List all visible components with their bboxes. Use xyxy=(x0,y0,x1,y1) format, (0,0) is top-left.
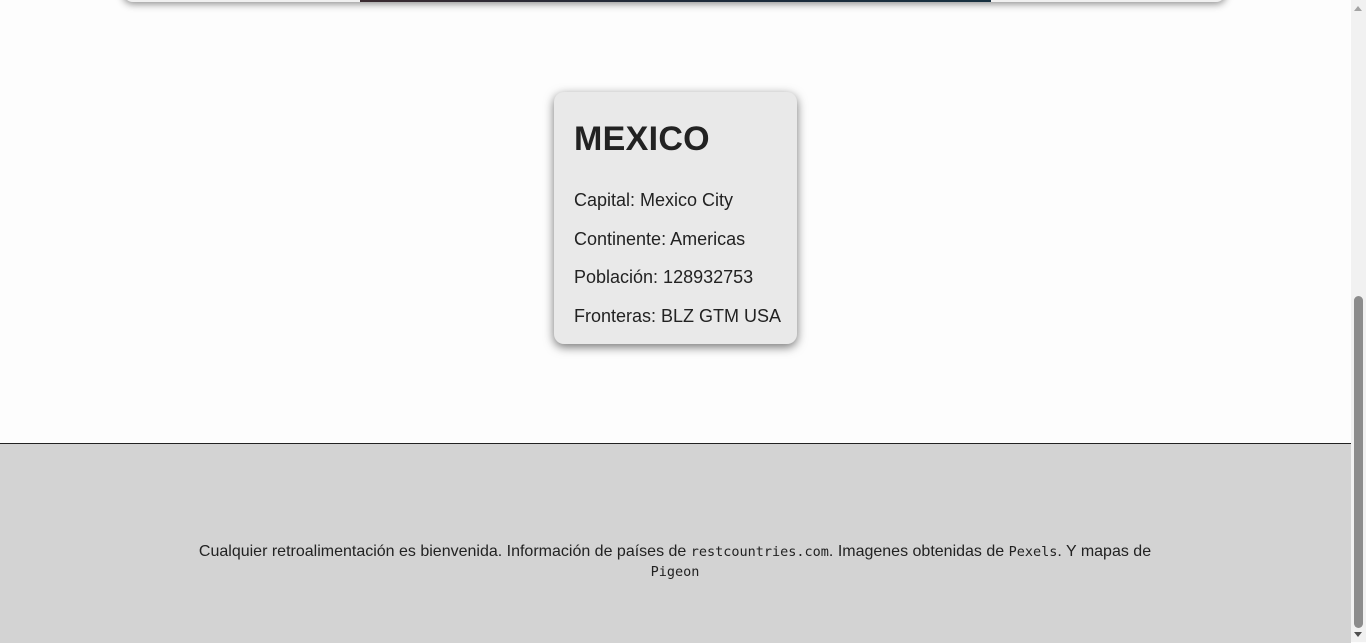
footer-text-part-2: . Imagenes obtenidas de xyxy=(828,543,1009,560)
scroll-up-arrow-icon[interactable] xyxy=(1354,6,1362,11)
pigeon-link[interactable]: Pigeon xyxy=(651,564,700,580)
page: MEXICO Capital: Mexico City Continente: … xyxy=(0,0,1351,643)
country-borders: Fronteras: BLZ GTM USA xyxy=(574,306,782,326)
country-name: MEXICO xyxy=(574,120,710,158)
restcountries-link[interactable]: restcountries.com xyxy=(691,544,829,560)
footer: Cualquier retroalimentación es bienvenid… xyxy=(0,443,1351,643)
country-continent: Continente: Americas xyxy=(574,229,746,249)
pexels-link[interactable]: Pexels xyxy=(1009,544,1058,560)
country-capital: Capital: Mexico City xyxy=(574,190,734,210)
country-card: MEXICO Capital: Mexico City Continente: … xyxy=(554,92,797,344)
footer-text-part-1: Cualquier retroalimentación es bienvenid… xyxy=(198,543,691,560)
previous-card-bottom-edge xyxy=(123,0,1226,2)
scroll-down-arrow-icon[interactable] xyxy=(1354,632,1362,637)
country-population: Población: 128932753 xyxy=(574,267,754,287)
map-image xyxy=(360,0,991,2)
vertical-scrollbar[interactable] xyxy=(1351,0,1366,642)
scrollbar-thumb[interactable] xyxy=(1354,296,1363,628)
footer-text-part-3: . Y mapas de xyxy=(1057,543,1152,560)
footer-text: Cualquier retroalimentación es bienvenid… xyxy=(175,542,1175,582)
